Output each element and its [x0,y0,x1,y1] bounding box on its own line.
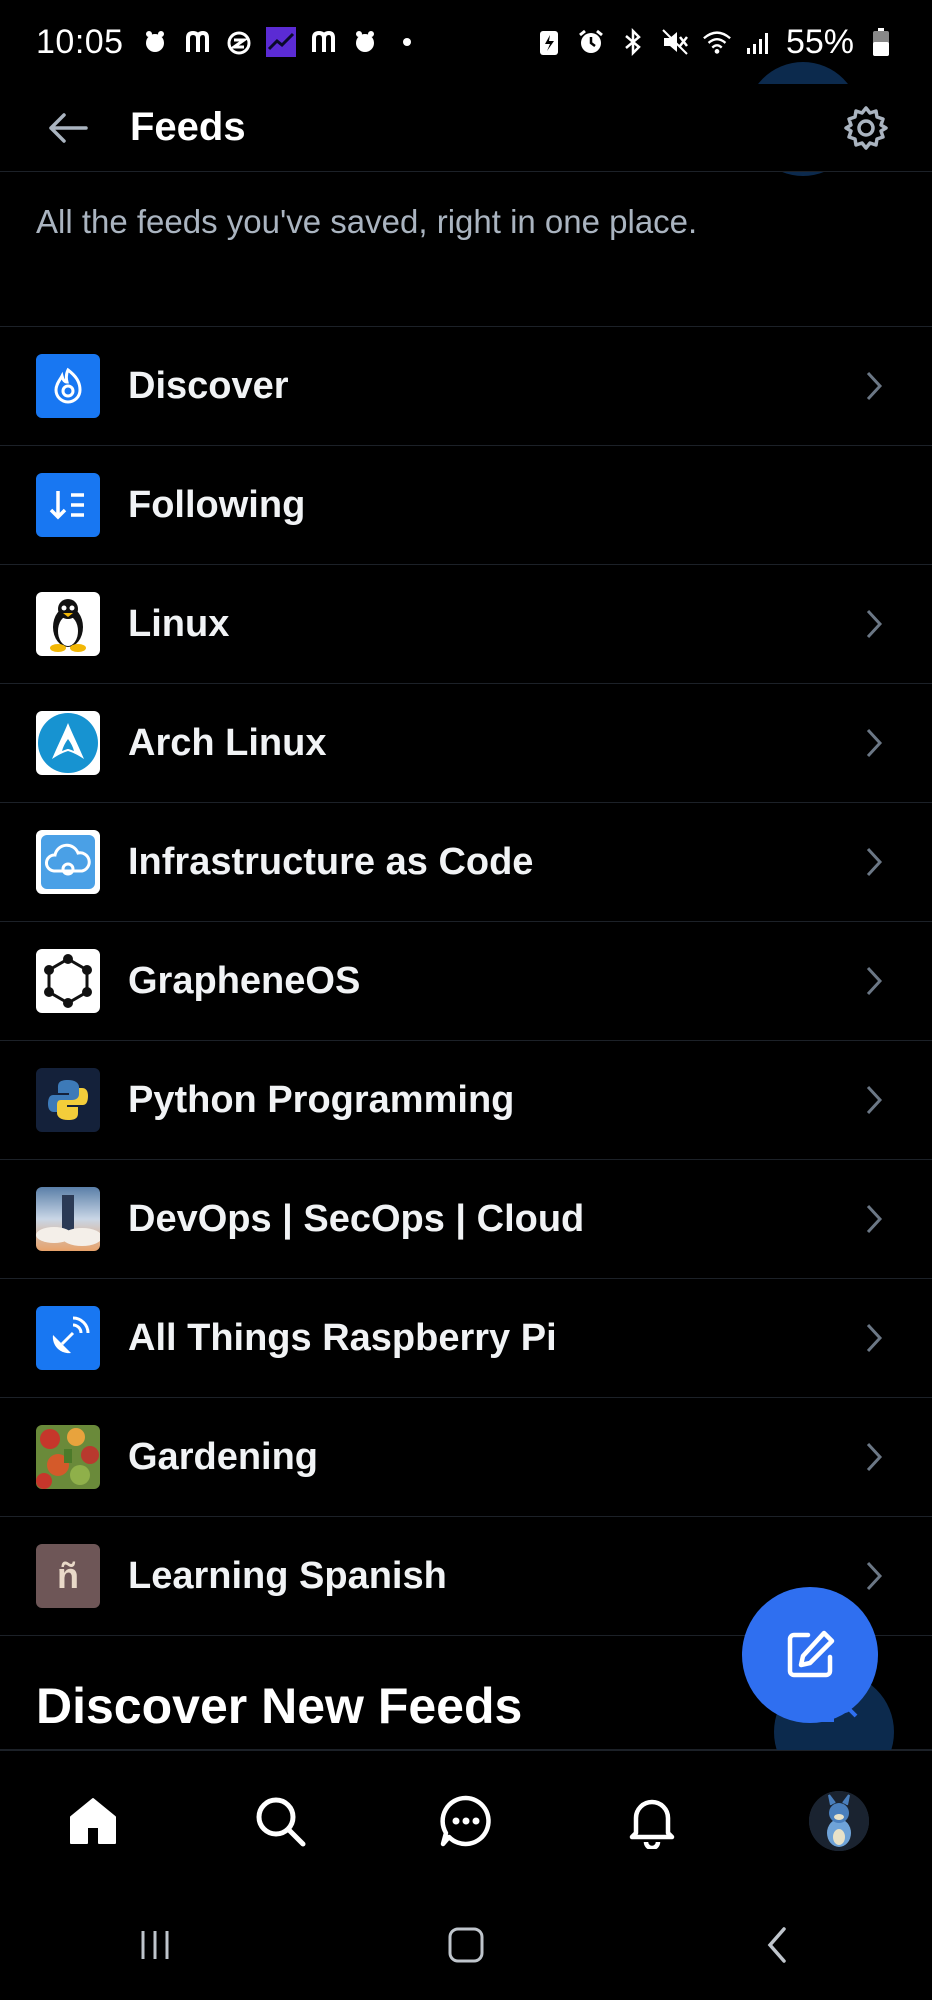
feed-label: Learning Spanish [128,1554,447,1597]
chevron-right-icon [860,1082,888,1118]
home-icon [70,1797,117,1844]
feed-item-gardening[interactable]: Gardening [0,1398,932,1517]
saved-feeds-description: All the feeds you've saved, right in one… [36,203,698,240]
page-title: Feeds [130,105,246,149]
feed-label: Discover [128,364,289,407]
signal-icon [744,27,774,57]
battery-saver-icon [534,27,564,57]
chevron-right-icon [860,606,888,642]
satellite-dish-icon [36,1306,100,1370]
feed-item-linux[interactable]: Linux [0,565,932,684]
back-button[interactable] [36,96,100,160]
bottom-navigation [0,1750,932,1890]
top-header: Feeds [0,84,932,172]
chevron-right-icon [860,1320,888,1356]
chevron-right-icon [860,725,888,761]
battery-icon [866,27,896,57]
feed-label: Arch Linux [128,721,327,764]
battery-percent: 55% [785,22,854,61]
stocks-app-icon [265,27,296,57]
n-app-icon [308,27,338,57]
n-tilde-glyph: ñ [57,1555,79,1596]
compose-button[interactable] [742,1587,878,1723]
chevron-right-icon [860,844,888,880]
feed-label: All Things Raspberry Pi [128,1316,557,1359]
settings-button[interactable] [836,98,896,158]
saved-feeds-list: Discover Following Linux Arch Linux Infr… [0,327,932,1636]
feed-item-raspberry-pi[interactable]: All Things Raspberry Pi [0,1279,932,1398]
discover-section-title: Discover New Feeds [36,1678,523,1734]
feed-item-python-programming[interactable]: Python Programming [0,1041,932,1160]
back-system-button[interactable] [732,1905,822,1985]
nav-profile[interactable] [794,1776,884,1866]
nav-notifications[interactable] [607,1776,697,1866]
notification-icon [350,27,380,57]
status-system-icons: 55% [534,23,896,62]
notification-icon [140,27,170,57]
feed-label: Python Programming [128,1078,515,1121]
search-icon [256,1797,306,1846]
cloud-photo-icon [36,1187,100,1251]
saved-feeds-intro: All the feeds you've saved, right in one… [0,62,932,327]
graphene-hexagon-icon [36,949,100,1013]
linux-penguin-icon [36,592,100,656]
feed-item-following[interactable]: Following [0,446,932,565]
recents-icon [141,1931,169,1959]
chevron-right-icon [860,368,888,404]
alarm-icon [576,27,606,57]
home-system-button[interactable] [421,1905,511,1985]
dnd-icon [224,27,254,57]
recents-button[interactable] [110,1905,200,1985]
n-app-icon [182,27,212,57]
home-square-icon [448,1927,484,1963]
discover-feed-icon [36,354,100,418]
arch-linux-icon [36,711,100,775]
nav-search[interactable] [235,1776,325,1866]
status-notification-icons [140,27,422,57]
nav-home[interactable] [48,1776,138,1866]
system-navigation-bar [0,1890,932,2000]
compose-icon [787,1630,835,1678]
feed-label: Gardening [128,1435,319,1478]
feed-item-grapheneos[interactable]: GrapheneOS [0,922,932,1041]
chat-icon [440,1795,491,1846]
bell-icon [630,1799,675,1849]
feed-label: Infrastructure as Code [128,840,534,883]
chevron-right-icon [860,1558,888,1594]
profile-avatar [808,1790,869,1851]
mute-icon [660,27,690,57]
chevron-right-icon [860,963,888,999]
feed-label: Linux [128,602,230,645]
back-chevron-icon [767,1927,786,1963]
nav-chat[interactable] [421,1776,511,1866]
feed-item-devops-secops-cloud[interactable]: DevOps | SecOps | Cloud [0,1160,932,1279]
chevron-right-icon [860,1201,888,1237]
n-tilde-icon: ñ [36,1544,100,1608]
feed-label: GrapheneOS [128,959,361,1002]
chevron-right-icon [860,1439,888,1475]
gear-icon [844,105,888,150]
dot-icon [392,27,422,57]
status-time: 10:05 [36,22,124,61]
following-feed-icon [36,473,100,537]
vegetables-photo-icon [36,1425,100,1489]
arrow-left-icon [49,112,88,143]
bluetooth-icon [618,27,648,57]
feed-label: Following [128,483,306,526]
feed-label: DevOps | SecOps | Cloud [128,1197,585,1240]
wifi-icon [702,27,732,57]
python-icon [36,1068,100,1132]
feed-item-arch-linux[interactable]: Arch Linux [0,684,932,803]
cloud-gear-icon [36,830,100,894]
feed-item-discover[interactable]: Discover [0,327,932,446]
feed-item-infrastructure-as-code[interactable]: Infrastructure as Code [0,803,932,922]
